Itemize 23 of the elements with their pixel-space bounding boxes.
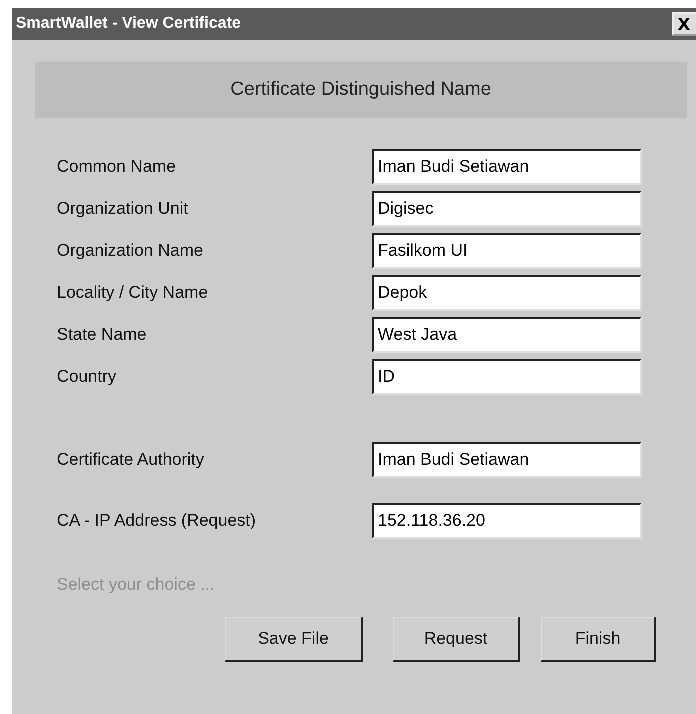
text-field[interactable]: Iman Budi Setiawan	[372, 442, 642, 478]
field-label: Country	[57, 367, 118, 387]
field-label: Certificate Authority	[57, 450, 206, 470]
close-button[interactable]: X	[672, 12, 696, 36]
text-field[interactable]: Fasilkom UI	[372, 233, 642, 269]
field-label: State Name	[57, 325, 148, 345]
text-field[interactable]: Digisec	[372, 191, 642, 227]
text-field[interactable]: Iman Budi Setiawan	[372, 149, 642, 185]
dialog-button[interactable]: Request	[393, 617, 520, 662]
field-label: Common Name	[57, 157, 178, 177]
text-field[interactable]: West Java	[372, 317, 642, 353]
text-field[interactable]: 152.118.36.20	[372, 503, 642, 539]
window-title: SmartWallet - View Certificate	[16, 15, 241, 33]
field-label: CA - IP Address (Request)	[57, 511, 258, 531]
dialog-button[interactable]: Finish	[541, 617, 656, 662]
field-label: Organization Unit	[57, 199, 190, 219]
hint-text: Select your choice ...	[57, 575, 216, 595]
dialog-button[interactable]: Save File	[225, 617, 363, 662]
text-field[interactable]: ID	[372, 359, 642, 395]
text-field[interactable]: Depok	[372, 275, 642, 311]
field-label: Locality / City Name	[57, 283, 210, 303]
field-label: Organization Name	[57, 241, 204, 261]
section-header: Certificate Distinguished Name	[35, 62, 687, 118]
